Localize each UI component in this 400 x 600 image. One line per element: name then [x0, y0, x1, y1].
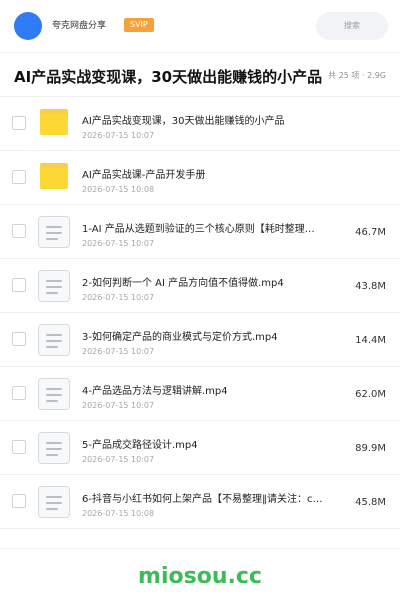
file-row[interactable]: AI产品实战变现课，30天做出能赚钱的小产品 2026-07-15 10:07 [0, 97, 400, 151]
document-icon [38, 432, 70, 464]
file-date: 2026-07-15 10:07 [82, 239, 155, 248]
top-bar: 夸克网盘分享 SVIP 搜索 [0, 0, 400, 52]
share-title: AI产品实战变现课，30天做出能赚钱的小产品 [14, 68, 323, 86]
file-size: 14.4M [355, 335, 386, 346]
file-name[interactable]: 4-产品选品方法与逻辑讲解.mp4 [82, 382, 348, 397]
file-row[interactable]: 2-如何判断一个 AI 产品方向值不值得做.mp4 2026-07-15 10:0… [0, 259, 400, 313]
row-checkbox[interactable] [12, 278, 26, 292]
divider [0, 52, 400, 53]
file-date: 2026-07-15 10:07 [82, 347, 155, 356]
document-icon [38, 486, 70, 518]
document-icon [38, 378, 70, 410]
file-date: 2026-07-15 10:07 [82, 293, 155, 302]
file-name[interactable]: AI产品实战变现课，30天做出能赚钱的小产品 [82, 112, 348, 127]
svip-badge[interactable]: SVIP [124, 18, 154, 32]
row-checkbox[interactable] [12, 116, 26, 130]
share-meta: 共 25 项 · 2.9G [328, 71, 386, 80]
watermark-text: miosou.cc [138, 564, 262, 589]
row-checkbox[interactable] [12, 332, 26, 346]
file-size: 43.8M [355, 281, 386, 292]
folder-icon [40, 109, 68, 135]
file-size: 62.0M [355, 389, 386, 400]
file-date: 2026-07-15 10:07 [82, 401, 155, 410]
file-row[interactable]: 4-产品选品方法与逻辑讲解.mp4 2026-07-15 10:07 62.0M [0, 367, 400, 421]
file-row[interactable]: 1-AI 产品从选题到验证的三个核心原则【耗时整理… 2026-07-15 10:… [0, 205, 400, 259]
file-row[interactable]: AI产品实战课-产品开发手册 2026-07-15 10:08 [0, 151, 400, 205]
file-date: 2026-07-15 10:08 [82, 509, 155, 518]
file-size: 89.9M [355, 443, 386, 454]
file-row[interactable]: 6-抖音与小红书如何上架产品【不易整理‖请关注：c… 2026-07-15 10:… [0, 475, 400, 529]
file-name[interactable]: AI产品实战课-产品开发手册 [82, 166, 348, 181]
document-icon [38, 324, 70, 356]
brand-label: 夸克网盘分享 [52, 21, 107, 31]
file-row[interactable]: 5-产品成交路径设计.mp4 2026-07-15 10:07 89.9M [0, 421, 400, 475]
file-date: 2026-07-15 10:07 [82, 131, 155, 140]
file-name[interactable]: 5-产品成交路径设计.mp4 [82, 436, 348, 451]
file-name[interactable]: 3-如何确定产品的商业模式与定价方式.mp4 [82, 328, 348, 343]
file-name[interactable]: 6-抖音与小红书如何上架产品【不易整理‖请关注：c… [82, 490, 348, 505]
row-checkbox[interactable] [12, 170, 26, 184]
file-date: 2026-07-15 10:08 [82, 185, 155, 194]
document-icon [38, 216, 70, 248]
folder-icon [40, 163, 68, 189]
search-button[interactable]: 搜索 [316, 12, 388, 40]
file-name[interactable]: 2-如何判断一个 AI 产品方向值不值得做.mp4 [82, 274, 348, 289]
file-date: 2026-07-15 10:07 [82, 455, 155, 464]
file-size: 45.8M [355, 497, 386, 508]
row-checkbox[interactable] [12, 440, 26, 454]
row-checkbox[interactable] [12, 224, 26, 238]
row-checkbox[interactable] [12, 494, 26, 508]
file-row[interactable]: 3-如何确定产品的商业模式与定价方式.mp4 2026-07-15 10:07 14… [0, 313, 400, 367]
file-size: 46.7M [355, 227, 386, 238]
document-icon [38, 270, 70, 302]
divider [0, 548, 400, 549]
avatar[interactable] [14, 12, 42, 40]
file-name[interactable]: 1-AI 产品从选题到验证的三个核心原则【耗时整理… [82, 220, 348, 235]
row-checkbox[interactable] [12, 386, 26, 400]
